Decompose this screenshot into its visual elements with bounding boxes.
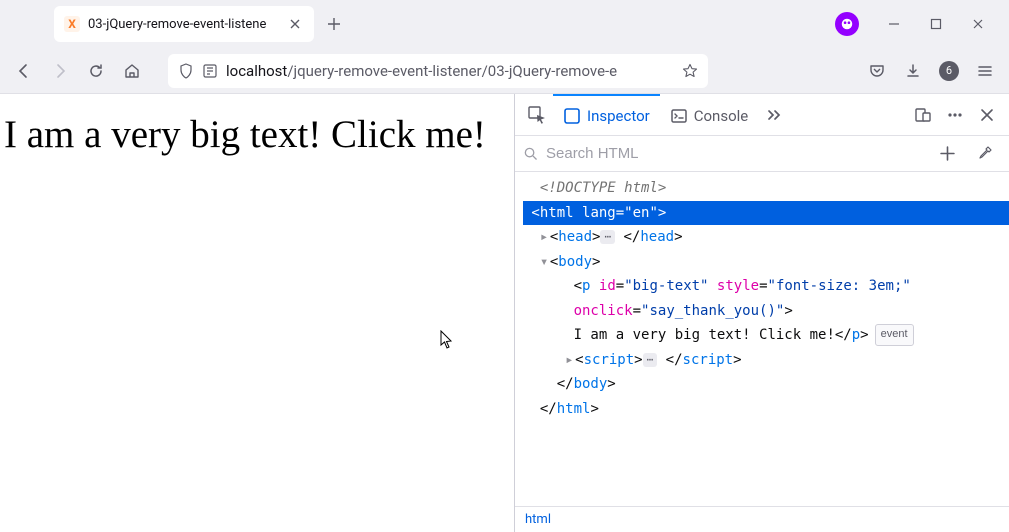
- dom-doctype[interactable]: <!DOCTYPE html>: [523, 176, 1009, 201]
- tab-title: 03-jQuery-remove-event-listene: [88, 17, 278, 32]
- page-info-icon[interactable]: [202, 63, 218, 79]
- page-viewport: I am a very big text! Click me!: [0, 94, 514, 532]
- search-icon: [523, 146, 538, 161]
- notif-count-badge: 6: [939, 61, 959, 81]
- cursor-icon: [440, 330, 454, 350]
- dom-tree[interactable]: <!DOCTYPE html> <html lang="en"> ▸<head>…: [515, 172, 1009, 506]
- xampp-favicon-icon: X: [64, 16, 80, 32]
- home-button[interactable]: [116, 55, 148, 87]
- new-tab-button[interactable]: [320, 10, 348, 38]
- browser-window: X 03-jQuery-remove-event-listene localho…: [0, 0, 1009, 532]
- breadcrumb[interactable]: html: [515, 506, 1009, 532]
- breadcrumb-html[interactable]: html: [525, 512, 551, 527]
- close-devtools-icon[interactable]: [971, 99, 1003, 131]
- forward-button[interactable]: [44, 55, 76, 87]
- dom-node-script[interactable]: ▸<script>⋯ </script>: [523, 348, 1009, 373]
- back-button[interactable]: [8, 55, 40, 87]
- dom-node-p-text[interactable]: I am a very big text! Click me!</p>event: [523, 323, 1009, 348]
- browser-tab[interactable]: X 03-jQuery-remove-event-listene: [54, 6, 314, 42]
- url-text: localhost/jquery-remove-event-listener/0…: [226, 62, 674, 80]
- window-close-button[interactable]: [957, 9, 999, 39]
- pocket-icon[interactable]: [861, 55, 893, 87]
- tab-console-label: Console: [694, 107, 749, 125]
- url-bar[interactable]: localhost/jquery-remove-event-listener/0…: [168, 54, 708, 88]
- content-area: I am a very big text! Click me! Inspecto…: [0, 94, 1009, 532]
- dom-node-p-open2[interactable]: onclick="say_thank_you()">: [523, 299, 1009, 324]
- eyedropper-icon[interactable]: [969, 138, 1001, 170]
- event-badge[interactable]: event: [875, 324, 914, 345]
- extension-icon[interactable]: [835, 12, 859, 36]
- add-node-icon[interactable]: [931, 138, 963, 170]
- account-icon[interactable]: 6: [933, 55, 965, 87]
- shield-icon[interactable]: [178, 63, 194, 79]
- dom-node-body-close[interactable]: </body>: [523, 372, 1009, 397]
- dom-node-html[interactable]: <html lang="en">: [523, 201, 1009, 226]
- bookmark-star-icon[interactable]: [682, 63, 698, 79]
- dom-node-head[interactable]: ▸<head>⋯ </head>: [523, 225, 1009, 250]
- pick-element-icon[interactable]: [521, 99, 553, 131]
- responsive-mode-icon[interactable]: [907, 99, 939, 131]
- maximize-button[interactable]: [915, 9, 957, 39]
- search-html-input[interactable]: [544, 144, 925, 163]
- dom-node-html-close[interactable]: </html>: [523, 397, 1009, 422]
- tab-inspector-label: Inspector: [587, 107, 650, 125]
- navigation-toolbar: localhost/jquery-remove-event-listener/0…: [0, 48, 1009, 94]
- overflow-tabs-icon[interactable]: [758, 99, 790, 131]
- devtools-search-bar: [515, 136, 1009, 172]
- devtools-panel: Inspector Console <!DOCTYPE htm: [514, 94, 1009, 532]
- tab-console[interactable]: Console: [660, 94, 759, 135]
- big-text-paragraph[interactable]: I am a very big text! Click me!: [4, 114, 510, 157]
- dom-node-p-open[interactable]: <p id="big-text" style="font-size: 3em;": [523, 274, 1009, 299]
- tab-inspector[interactable]: Inspector: [553, 94, 660, 135]
- app-menu-button[interactable]: [969, 55, 1001, 87]
- close-tab-icon[interactable]: [286, 15, 304, 33]
- reload-button[interactable]: [80, 55, 112, 87]
- minimize-button[interactable]: [873, 9, 915, 39]
- kebab-menu-icon[interactable]: [939, 99, 971, 131]
- dom-node-body[interactable]: ▾<body>: [523, 250, 1009, 275]
- titlebar: X 03-jQuery-remove-event-listene: [0, 0, 1009, 48]
- devtools-tabbar: Inspector Console: [515, 94, 1009, 136]
- downloads-icon[interactable]: [897, 55, 929, 87]
